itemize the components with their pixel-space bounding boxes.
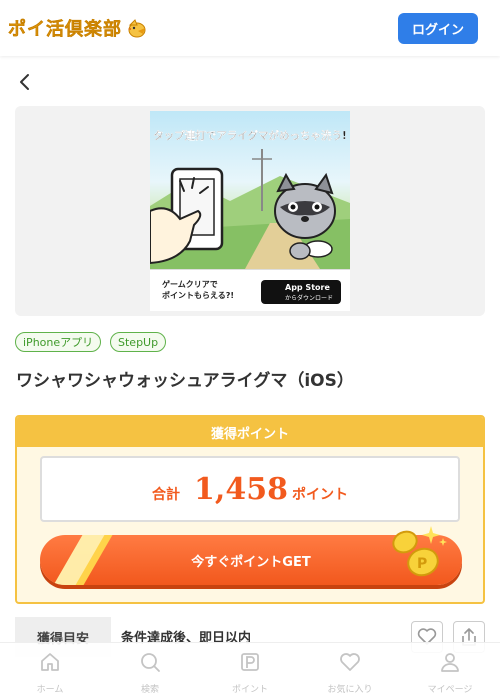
tab-points-label: ポイント bbox=[231, 685, 268, 695]
tab-favorites[interactable]: お気に入り bbox=[300, 643, 400, 700]
svg-text:P: P bbox=[417, 556, 427, 572]
tag-platform: iPhoneアプリ bbox=[15, 332, 102, 352]
tab-home[interactable]: ホーム bbox=[0, 643, 100, 700]
tab-search-label: 検索 bbox=[140, 685, 159, 695]
app-title: ワシャワシャウォッシュアライグマ（iOS） bbox=[16, 371, 354, 391]
appstore-name: App Store bbox=[285, 283, 330, 292]
total-points-box: 合計 1,458 ポイント bbox=[40, 456, 460, 522]
app-banner-image: タップ連打でアライグマがめっちゃ洗う! ゲームクリアで ポイントもらえる?! A… bbox=[150, 111, 350, 311]
logo-text: ポイ活倶楽部 bbox=[8, 19, 122, 40]
home-icon bbox=[41, 653, 59, 671]
bird-logo-icon bbox=[128, 19, 146, 38]
back-button[interactable] bbox=[12, 70, 36, 94]
get-points-label: 今すぐポイントGET bbox=[191, 554, 311, 570]
appstore-badge: App Store からダウンロード bbox=[261, 280, 341, 304]
banner-promo-line2: ポイントもらえる?! bbox=[162, 291, 235, 300]
heart-icon bbox=[340, 653, 360, 671]
appstore-sub: からダウンロード bbox=[285, 295, 334, 302]
total-points-value: 1,458 bbox=[194, 472, 288, 507]
tab-points[interactable]: ポイント bbox=[200, 643, 300, 700]
tab-mypage[interactable]: マイページ bbox=[400, 643, 500, 700]
banner-illustration: タップ連打でアライグマがめっちゃ洗う! bbox=[150, 111, 350, 269]
tab-search[interactable]: 検索 bbox=[100, 643, 200, 700]
point-icon bbox=[241, 653, 259, 671]
banner-promo-line1: ゲームクリアで bbox=[162, 280, 218, 289]
tag-stepup: StepUp bbox=[110, 332, 167, 352]
app-header: ポイ活倶楽部 ログイン bbox=[0, 0, 500, 56]
points-unit: ポイント bbox=[291, 487, 348, 503]
site-logo[interactable]: ポイ活倶楽部 bbox=[8, 12, 148, 44]
bottom-tab-bar: ホーム 検索 ポイント お気に入り マイページ bbox=[0, 642, 500, 700]
total-label: 合計 bbox=[152, 487, 181, 503]
tab-home-label: ホーム bbox=[36, 685, 64, 695]
points-header: 獲得ポイント bbox=[17, 417, 483, 447]
banner-promo-strip: ゲームクリアで ポイントもらえる?! App Store からダウンロード bbox=[150, 269, 350, 311]
banner-caption: タップ連打でアライグマがめっちゃ洗う! bbox=[153, 130, 347, 142]
chevron-left-icon bbox=[20, 74, 29, 90]
coins-icon: P bbox=[392, 526, 447, 577]
login-button[interactable]: ログイン bbox=[398, 13, 478, 44]
search-icon bbox=[141, 653, 160, 672]
tab-mypage-label: マイページ bbox=[427, 685, 473, 695]
user-icon bbox=[441, 653, 459, 672]
tab-favorites-label: お気に入り bbox=[327, 685, 373, 695]
